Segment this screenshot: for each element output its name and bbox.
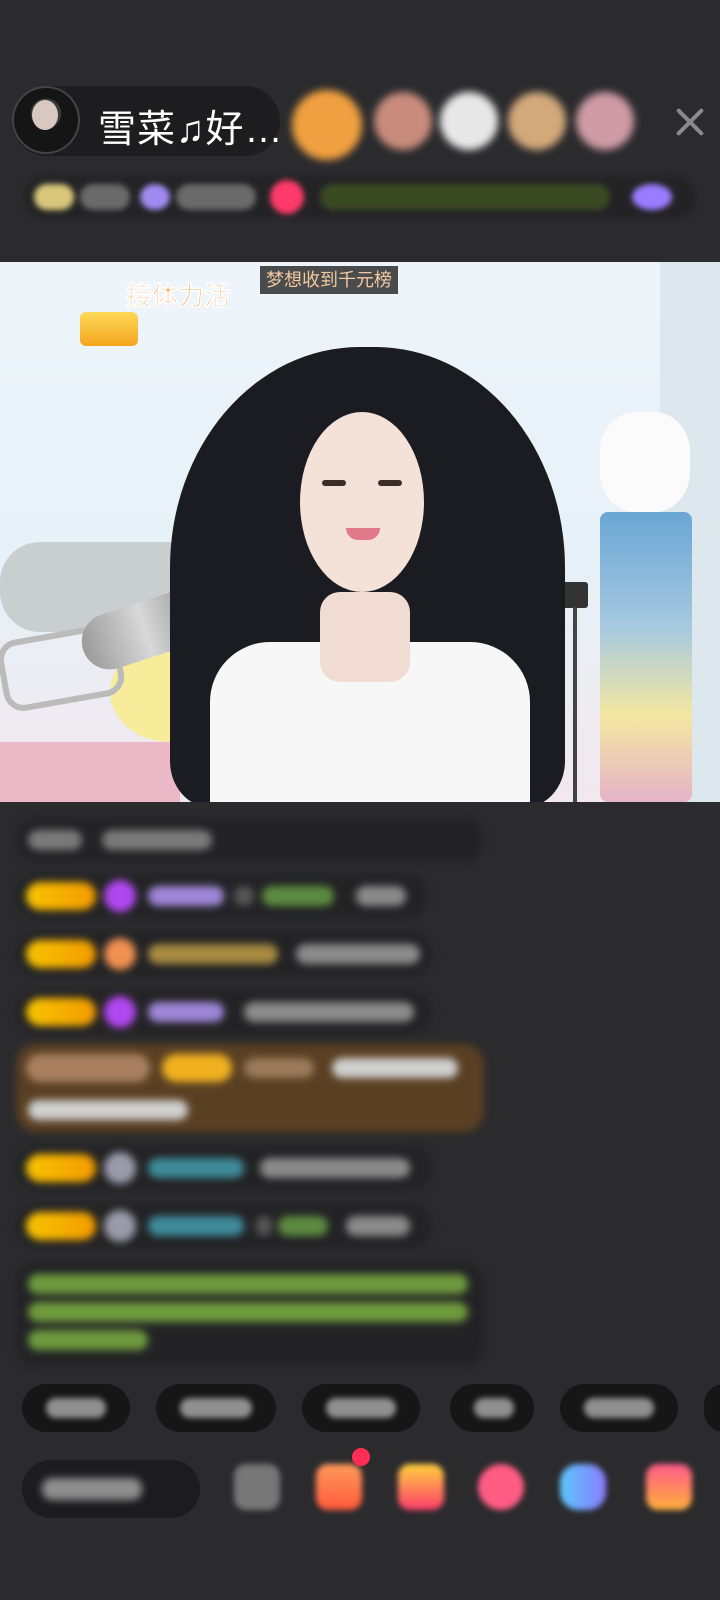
quick-reply-chip[interactable] [22, 1384, 130, 1432]
heart-icon[interactable] [478, 1464, 524, 1510]
gold-badge-icon [74, 306, 144, 352]
notification-dot [352, 1448, 370, 1466]
viewer-avatar[interactable] [374, 92, 432, 150]
gift-icon[interactable] [646, 1464, 692, 1510]
quick-reply-chip[interactable] [450, 1384, 534, 1432]
game-controller-icon[interactable] [560, 1464, 606, 1510]
chat-message-highlight[interactable] [16, 1044, 484, 1132]
viewer-avatar[interactable] [508, 92, 566, 150]
quick-reply-chip[interactable] [560, 1384, 678, 1432]
host-name[interactable]: 雪菜♫好… [98, 98, 284, 153]
chat-message[interactable] [16, 1146, 432, 1190]
chat-message[interactable] [16, 874, 428, 918]
viewer-avatar[interactable] [292, 90, 362, 160]
treasure-icon[interactable] [398, 1464, 444, 1510]
emoji-icon[interactable] [234, 1464, 280, 1510]
chat-message[interactable] [16, 932, 432, 976]
gift-box-icon[interactable] [316, 1464, 362, 1510]
chat-message[interactable] [16, 990, 432, 1034]
quick-reply-chip[interactable] [156, 1384, 276, 1432]
quick-reply-chip[interactable] [704, 1384, 720, 1432]
video-tag-text: 接体力活 [126, 281, 231, 312]
comment-input[interactable] [22, 1460, 200, 1518]
host-avatar[interactable] [12, 86, 80, 154]
system-notice [16, 1262, 484, 1366]
quick-reply-chip[interactable] [302, 1384, 420, 1432]
chat-message[interactable] [16, 1204, 432, 1248]
close-icon[interactable] [672, 102, 712, 142]
viewer-avatar[interactable] [440, 92, 498, 150]
overlay-banner: 梦想收到千元榜 [260, 266, 398, 294]
room-info-bar[interactable] [24, 176, 696, 218]
viewer-avatar[interactable] [576, 92, 634, 150]
chat-message[interactable] [16, 818, 484, 862]
